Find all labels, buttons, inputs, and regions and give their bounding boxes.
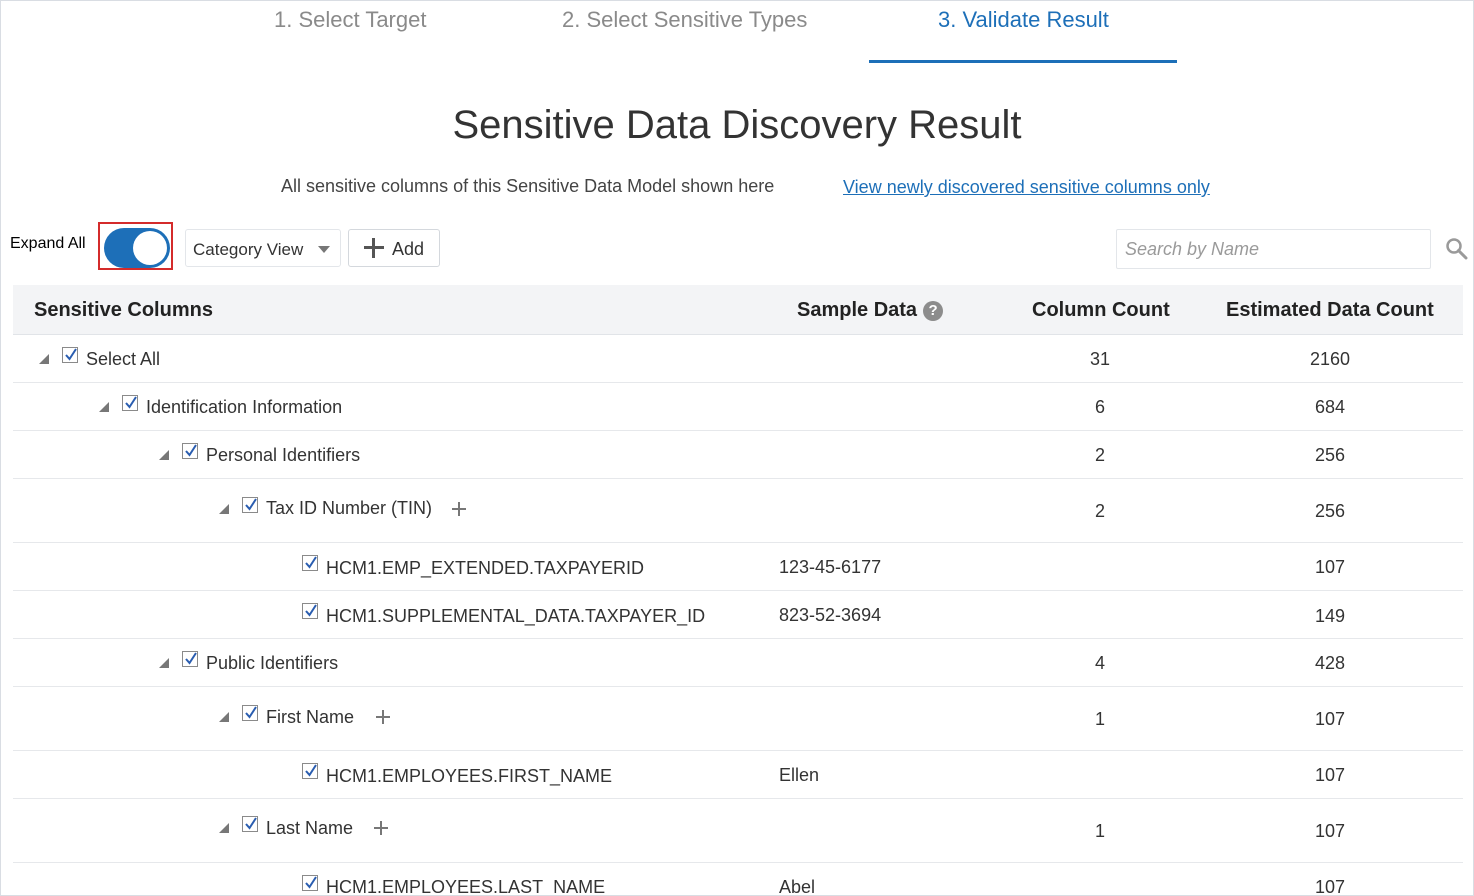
table-row: Last Name 1 107	[13, 799, 1463, 863]
row-sample-data: Abel	[779, 877, 816, 896]
column-header-column-count[interactable]: Column Count	[1032, 299, 1170, 322]
row-checkbox[interactable]	[242, 816, 258, 832]
step-validate-result[interactable]: 3. Validate Result	[938, 7, 1109, 33]
step-select-sensitive-types[interactable]: 2. Select Sensitive Types	[562, 7, 807, 33]
row-label: Select All	[86, 349, 161, 369]
row-checkbox[interactable]	[302, 763, 318, 779]
row-sample-data: 823-52-3694	[779, 605, 882, 625]
table-row: Tax ID Number (TIN) 2 256	[13, 479, 1463, 543]
active-step-indicator	[869, 60, 1177, 63]
row-column-count: 31	[1089, 349, 1111, 369]
expand-all-toggle[interactable]	[104, 228, 170, 268]
row-estimated-count: 107	[1314, 709, 1346, 729]
column-header-estimated-data-count[interactable]: Estimated Data Count	[1226, 299, 1434, 322]
help-icon[interactable]: ?	[923, 301, 944, 321]
row-column-count: 6	[1094, 397, 1105, 417]
row-column-count: 4	[1094, 653, 1105, 673]
page-subtitle: All sensitive columns of this Sensitive …	[281, 176, 775, 196]
row-checkbox[interactable]	[302, 875, 318, 891]
row-checkbox[interactable]	[182, 443, 198, 459]
row-estimated-count: 149	[1314, 606, 1346, 626]
collapse-triangle-icon[interactable]	[219, 823, 229, 833]
page-title: Sensitive Data Discovery Result	[452, 103, 1022, 147]
table-row: Select All 31 2160	[13, 335, 1463, 383]
row-estimated-count: 428	[1314, 653, 1346, 673]
add-button-label: Add	[392, 239, 425, 259]
row-column-count: 1	[1094, 821, 1105, 841]
add-column-plus-icon[interactable]	[452, 502, 466, 516]
table-row: HCM1.SUPPLEMENTAL_DATA.TAXPAYER_ID 823-5…	[13, 591, 1463, 639]
row-estimated-count: 256	[1314, 445, 1346, 465]
row-column-count: 2	[1094, 445, 1105, 465]
row-checkbox[interactable]	[302, 555, 318, 571]
collapse-triangle-icon[interactable]	[39, 354, 49, 364]
table-row: HCM1.EMPLOYEES.LAST_NAME Abel 107	[13, 863, 1463, 896]
add-column-plus-icon[interactable]	[374, 821, 388, 835]
row-column-count: 2	[1094, 501, 1105, 521]
row-label: HCM1.SUPPLEMENTAL_DATA.TAXPAYER_ID	[326, 606, 706, 626]
row-estimated-count: 256	[1314, 501, 1346, 521]
collapse-triangle-icon[interactable]	[99, 402, 109, 412]
search-input[interactable]	[1116, 229, 1431, 269]
row-estimated-count: 107	[1314, 765, 1346, 785]
collapse-triangle-icon[interactable]	[159, 658, 169, 668]
column-header-sample-data[interactable]: Sample Data?	[797, 299, 944, 322]
step-train: 1. Select Target 2. Select Sensitive Typ…	[1, 1, 1473, 67]
row-checkbox[interactable]	[182, 651, 198, 667]
table-row: First Name 1 107	[13, 687, 1463, 751]
table-header: Sensitive Columns Sample Data? Column Co…	[13, 285, 1463, 335]
column-header-sample-data-label: Sample Data	[797, 299, 918, 321]
column-header-sensitive-columns[interactable]: Sensitive Columns	[34, 299, 213, 322]
chevron-down-icon	[318, 246, 330, 253]
table-row: Public Identifiers 4 428	[13, 639, 1463, 687]
add-button[interactable]: Add	[348, 229, 440, 267]
row-checkbox[interactable]	[122, 395, 138, 411]
table-row: HCM1.EMP_EXTENDED.TAXPAYERID 123-45-6177…	[13, 543, 1463, 591]
row-checkbox[interactable]	[302, 603, 318, 619]
add-column-plus-icon[interactable]	[376, 710, 390, 724]
row-estimated-count: 684	[1314, 397, 1346, 417]
row-column-count: 1	[1094, 709, 1105, 729]
row-label: HCM1.EMPLOYEES.LAST_NAME	[326, 877, 606, 896]
app-frame: 1. Select Target 2. Select Sensitive Typ…	[0, 0, 1474, 896]
collapse-triangle-icon[interactable]	[219, 504, 229, 514]
row-label: HCM1.EMP_EXTENDED.TAXPAYERID	[326, 558, 645, 578]
table-row: Identification Information 6 684	[13, 383, 1463, 431]
row-sample-data: 123-45-6177	[779, 557, 882, 577]
search-icon[interactable]	[1445, 237, 1469, 261]
collapse-triangle-icon[interactable]	[219, 712, 229, 722]
row-label: Tax ID Number (TIN)	[266, 498, 433, 518]
row-estimated-count: 107	[1314, 821, 1346, 841]
row-estimated-count: 107	[1314, 557, 1346, 577]
expand-all-label: Expand All	[10, 235, 86, 252]
row-checkbox[interactable]	[242, 497, 258, 513]
row-label: Identification Information	[146, 397, 343, 417]
row-label: First Name	[266, 707, 355, 727]
collapse-triangle-icon[interactable]	[159, 450, 169, 460]
row-label: HCM1.EMPLOYEES.FIRST_NAME	[326, 766, 613, 786]
table-row: Personal Identifiers 2 256	[13, 431, 1463, 479]
plus-icon	[363, 237, 384, 258]
row-label: Public Identifiers	[206, 653, 339, 673]
row-label: Personal Identifiers	[206, 445, 361, 465]
view-new-columns-link[interactable]: View newly discovered sensitive columns …	[843, 177, 1210, 198]
row-checkbox[interactable]	[62, 347, 78, 363]
row-estimated-count: 107	[1314, 877, 1346, 896]
toggle-knob	[133, 231, 167, 265]
row-label: Last Name	[266, 818, 354, 838]
table-row: HCM1.EMPLOYEES.FIRST_NAME Ellen 107	[13, 751, 1463, 799]
view-select[interactable]: Category View	[185, 229, 341, 267]
row-checkbox[interactable]	[242, 705, 258, 721]
row-sample-data: Ellen	[779, 765, 820, 785]
view-select-value: Category View	[193, 240, 304, 259]
row-estimated-count: 2160	[1309, 349, 1351, 369]
step-select-target[interactable]: 1. Select Target	[274, 7, 426, 33]
